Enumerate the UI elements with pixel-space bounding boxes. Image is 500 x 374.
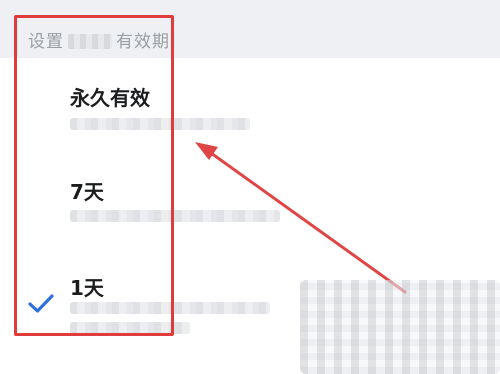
watermark-redacted: [300, 280, 500, 374]
